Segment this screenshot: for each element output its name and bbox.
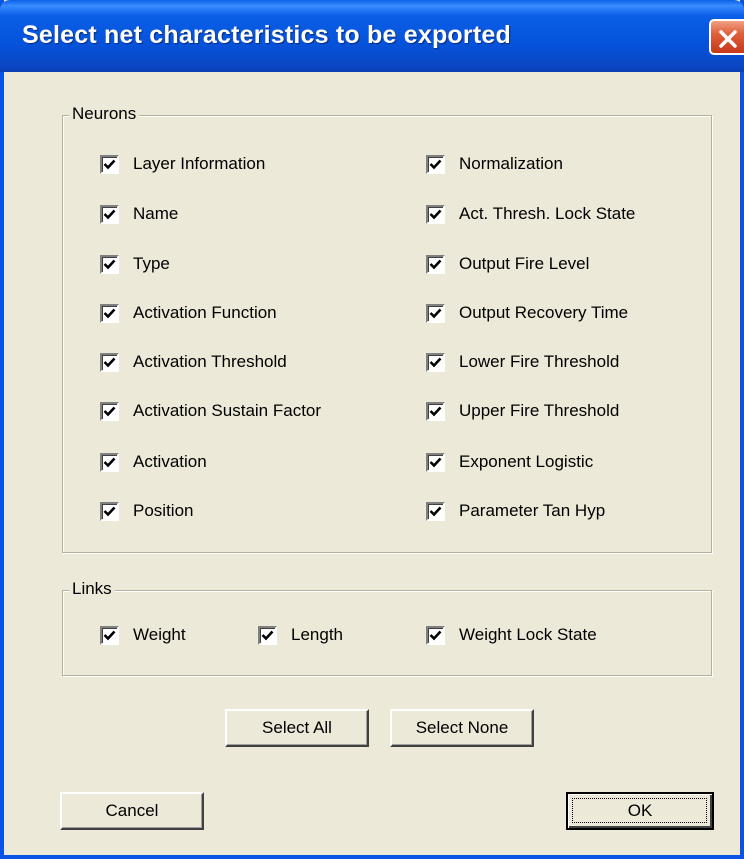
checkbox-name[interactable]: Name [100,202,178,226]
checkbox-box[interactable] [426,154,445,174]
checkbox-box[interactable] [100,204,119,224]
checkbox-label: Weight Lock State [459,625,597,644]
checkbox-length[interactable]: Length [258,623,343,647]
checkbox-label: Exponent Logistic [459,452,594,471]
checkbox-label: Position [133,501,194,520]
links-group-label: Links [69,579,115,599]
checkbox-exponent-logistic[interactable]: Exponent Logistic [426,450,593,474]
select-none-button[interactable]: Select None [390,709,534,747]
check-icon [103,630,116,640]
checkbox-box[interactable] [426,254,445,274]
focus-rectangle [572,798,707,823]
check-icon [103,357,116,367]
checkbox-type[interactable]: Type [100,252,170,276]
checkbox-output-recovery-time[interactable]: Output Recovery Time [426,301,628,325]
checkbox-label: Lower Fire Threshold [459,352,620,371]
check-icon [261,630,274,640]
check-icon [429,259,442,269]
checkbox-label: Type [133,254,170,273]
checkbox-weight[interactable]: Weight [100,623,186,647]
checkbox-output-fire-level[interactable]: Output Fire Level [426,252,589,276]
checkbox-box[interactable] [258,625,277,645]
checkbox-lower-fire-threshold[interactable]: Lower Fire Threshold [426,350,619,374]
check-icon [429,406,442,416]
checkbox-normalization[interactable]: Normalization [426,152,563,176]
check-icon [103,209,116,219]
check-icon [429,159,442,169]
check-icon [429,457,442,467]
checkbox-box[interactable] [100,154,119,174]
check-icon [103,308,116,318]
select-all-button[interactable]: Select All [225,709,369,747]
checkbox-label: Output Fire Level [459,254,590,273]
checkbox-label: Upper Fire Threshold [459,401,620,420]
checkbox-box[interactable] [426,452,445,472]
checkbox-upper-fire-threshold[interactable]: Upper Fire Threshold [426,399,619,423]
checkbox-label: Layer Information [133,154,266,173]
checkbox-box[interactable] [426,303,445,323]
checkbox-layer-information[interactable]: Layer Information [100,152,265,176]
checkbox-activation-sustain-factor[interactable]: Activation Sustain Factor [100,399,321,423]
checkbox-label: Activation [133,452,207,471]
cancel-button[interactable]: Cancel [60,792,204,830]
checkbox-box[interactable] [100,501,119,521]
checkbox-parameter-tan-hyp[interactable]: Parameter Tan Hyp [426,499,605,523]
check-icon [429,308,442,318]
checkbox-weight-lock-state[interactable]: Weight Lock State [426,623,597,647]
close-icon [719,30,737,48]
checkbox-label: Activation Function [133,303,277,322]
neurons-group: Neurons Layer Information Name Type Acti… [62,104,712,553]
check-icon [429,506,442,516]
check-icon [103,259,116,269]
check-icon [429,209,442,219]
checkbox-position[interactable]: Position [100,499,193,523]
title-bar[interactable]: Select net characteristics to be exporte… [0,0,744,72]
checkbox-box[interactable] [100,303,119,323]
check-icon [429,357,442,367]
checkbox-label: Activation Threshold [133,352,287,371]
checkbox-box[interactable] [100,352,119,372]
export-dialog: Select net characteristics to be exporte… [0,0,744,859]
checkbox-label: Name [133,204,179,223]
checkbox-label: Parameter Tan Hyp [459,501,606,520]
checkbox-box[interactable] [100,254,119,274]
check-icon [103,159,116,169]
checkbox-box[interactable] [426,204,445,224]
check-icon [103,506,116,516]
checkbox-act-thresh-lock-state[interactable]: Act. Thresh. Lock State [426,202,635,226]
checkbox-box[interactable] [100,452,119,472]
checkbox-box[interactable] [100,401,119,421]
checkbox-box[interactable] [426,501,445,521]
dialog-title: Select net characteristics to be exporte… [22,21,511,49]
links-group: Links Weight Length Weight Lock State [62,579,712,676]
checkbox-activation[interactable]: Activation [100,450,207,474]
checkbox-box[interactable] [426,401,445,421]
ok-button[interactable]: OK [566,792,714,830]
close-button[interactable] [709,19,744,55]
checkbox-box[interactable] [426,352,445,372]
checkbox-label: Output Recovery Time [459,303,629,322]
checkbox-box[interactable] [100,625,119,645]
checkbox-label: Weight [133,625,186,644]
checkbox-box[interactable] [426,625,445,645]
checkbox-label: Normalization [459,154,563,173]
checkbox-label: Length [291,625,343,644]
check-icon [429,630,442,640]
checkbox-activation-threshold[interactable]: Activation Threshold [100,350,287,374]
neurons-group-label: Neurons [69,104,140,124]
checkbox-activation-function[interactable]: Activation Function [100,301,277,325]
check-icon [103,457,116,467]
check-icon [103,406,116,416]
checkbox-label: Activation Sustain Factor [133,401,322,420]
checkbox-label: Act. Thresh. Lock State [459,204,636,223]
